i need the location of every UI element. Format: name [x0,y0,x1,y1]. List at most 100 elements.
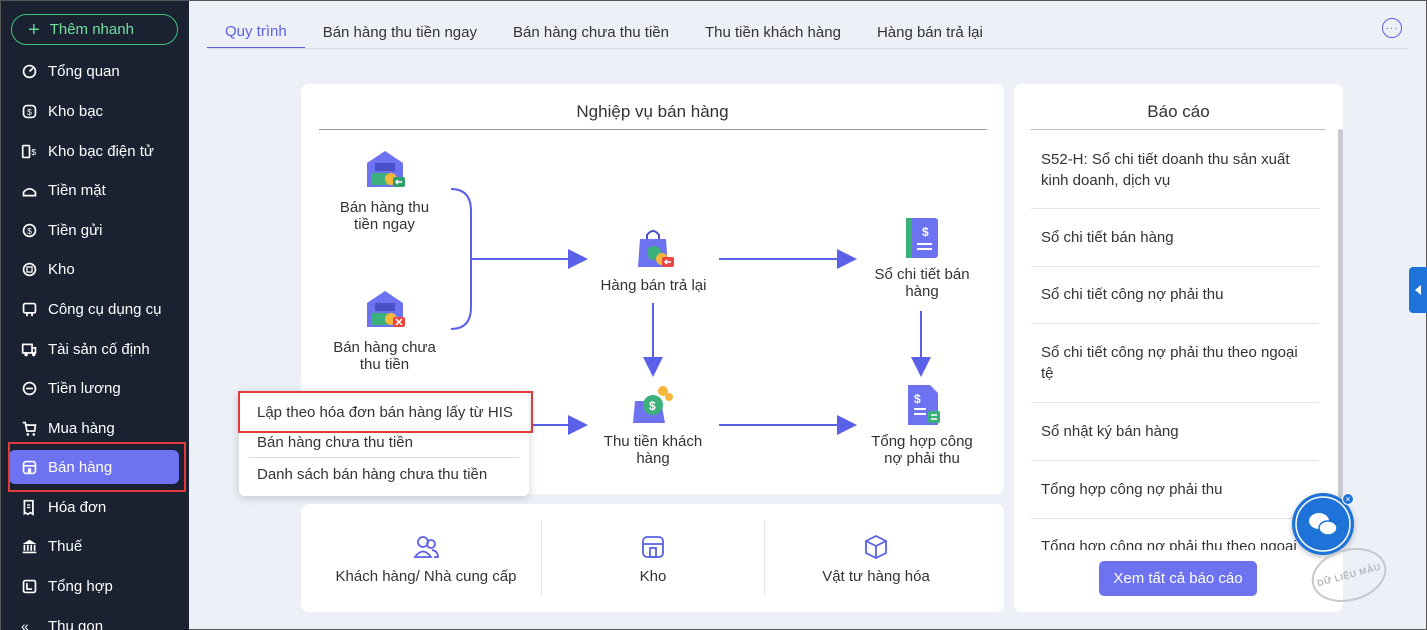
tab-quy-trinh[interactable]: Quy trình [207,15,305,49]
bottom-item-warehouse-label: Kho [639,568,667,585]
bank-icon [22,539,37,553]
top-tab-bar: Quy trình Bán hàng thu tiền ngay Bán hàn… [189,1,1426,63]
side-panel-toggle[interactable] [1409,267,1427,313]
report-item[interactable]: Sổ nhật ký bán hàng [1031,421,1319,442]
svg-text:$: $ [649,399,656,413]
sidebar-item-label: Tổng hợp [48,577,113,595]
node-debt-summary[interactable]: $ Tổng hợp công nợ phải thu [863,383,981,467]
node-returns-label: Hàng bán trả lại [600,277,707,294]
sidebar-item-label: Tiền gửi [48,221,103,239]
cart-icon [22,421,37,436]
cash-icon [22,187,37,196]
sidebar-item-label: Tài sản cố định [48,340,150,358]
debt-summary-icon: $ [900,383,944,427]
dropdown-highlight-box [238,391,533,433]
sidebar-item-tong-hop[interactable]: Tổng hợp [9,569,179,603]
svg-text:$: $ [922,225,929,239]
chat-button[interactable]: × [1292,493,1354,555]
view-all-reports-button[interactable]: Xem tất cả báo cáo [1099,561,1257,596]
sidebar-item-hoa-don[interactable]: Hóa đơn [9,490,179,524]
report-item[interactable]: Sổ chi tiết bán hàng [1031,227,1319,248]
sidebar-item-tien-luong[interactable]: Tiền lương [9,371,179,405]
svg-text:$: $ [914,392,921,406]
close-icon[interactable]: × [1342,493,1354,505]
sidebar-item-mua-hang[interactable]: Mua hàng [9,411,179,445]
sidebar-item-label: Mua hàng [48,419,115,437]
node-cash-sale[interactable]: Bán hàng thu tiền ngay [327,149,442,233]
report-divider [1031,323,1319,324]
sidebar-item-cong-cu[interactable]: Công cụ dụng cụ [9,292,179,326]
report-item[interactable]: Tổng hợp công nợ phải thu [1031,479,1319,500]
box-icon [865,534,887,560]
sidebar-item-kho-bac-dien-tu[interactable]: $ Kho bạc điện tử [9,134,179,168]
collapse-icon: « [21,618,29,630]
sidebar-item-label: Tổng quan [48,62,120,80]
sidebar-item-label: Tiền mặt [48,181,106,199]
users-icon [413,536,439,558]
sidebar-item-label: Tiền lương [48,379,121,397]
tab-list: Quy trình Bán hàng thu tiền ngay Bán hàn… [207,15,1001,49]
cash-sale-icon [363,149,407,193]
dropdown-divider [249,457,519,458]
reports-scrollbar[interactable] [1338,129,1343,549]
node-collect[interactable]: $ Thu tiền khách hàng [593,383,713,467]
sidebar-item-kho-bac[interactable]: $ Kho bạc [9,94,179,128]
sidebar-item-kho[interactable]: Kho [9,252,179,286]
more-options-icon[interactable]: ··· [1382,18,1402,38]
node-debt-summary-label: Tổng hợp công nợ phải thu [871,433,973,467]
sidebar-item-label: Hóa đơn [48,498,107,516]
node-cash-sale-label: Bán hàng thu tiền ngay [339,199,430,233]
node-ledger[interactable]: $ Sổ chi tiết bán hàng [863,216,981,300]
report-divider [1031,460,1319,461]
plus-icon: + [28,18,40,41]
caret-left-icon [1415,285,1421,295]
sidebar-item-label: Công cụ dụng cụ [48,300,162,318]
sidebar-item-tai-san[interactable]: Tài sản cố định [9,332,179,366]
dropdown-item-credit-sale-list[interactable]: Danh sách bán hàng chưa thu tiền [257,466,487,483]
sidebar-highlight-box [8,442,186,492]
node-credit-sale-label: Bán hàng chưa thu tiền [333,339,436,373]
svg-text:$: $ [31,146,36,156]
bottom-item-warehouse[interactable]: Kho [542,534,764,585]
reports-list: S52-H: Sổ chi tiết doanh thu sản xuất ki… [1014,130,1338,550]
sidebar-item-label: Kho bạc điện tử [48,142,154,160]
report-divider [1031,266,1319,267]
sidebar-item-tien-mat[interactable]: Tiền mặt [9,173,179,207]
collapse-button[interactable]: « Thu gọn [9,611,179,630]
bottom-item-customers[interactable]: Khách hàng/ Nhà cung cấp [311,534,541,585]
sidebar: + Thêm nhanh Tổng quan $ Kho bạc $ Kho b… [1,1,189,630]
e-treasury-icon: $ [21,144,36,158]
report-divider [1031,208,1319,209]
sidebar-item-thue[interactable]: Thuế [9,529,179,563]
tab-ban-hang-thu-tien-ngay[interactable]: Bán hàng thu tiền ngay [305,15,495,49]
report-divider [1031,518,1319,519]
report-item[interactable]: Tổng hợp công nợ phải thu theo ngoại [1031,536,1319,550]
report-item[interactable]: S52-H: Sổ chi tiết doanh thu sản xuất ki… [1031,149,1319,191]
sidebar-item-label: Thuế [48,537,83,555]
warehouse-icon [22,262,37,276]
bottom-item-customers-label: Khách hàng/ Nhà cung cấp [335,568,517,585]
process-title-divider [319,129,987,130]
tab-ban-hang-chua-thu-tien[interactable]: Bán hàng chưa thu tiền [495,15,687,49]
truck-icon [21,343,37,356]
returns-icon [632,227,676,271]
sidebar-item-label: Kho bạc [48,102,104,120]
ledger-book-icon: $ [900,216,944,260]
node-returns[interactable]: Hàng bán trả lại [591,227,716,294]
reports-title: Báo cáo [1147,102,1210,121]
report-item[interactable]: Sổ chi tiết công nợ phải thu theo ngoại … [1031,342,1319,384]
sidebar-item-tong-quan[interactable]: Tổng quan [9,54,179,88]
sidebar-item-tien-gui[interactable]: $ Tiền gửi [9,213,179,247]
tab-hang-ban-tra-lai[interactable]: Hàng bán trả lại [859,15,1001,49]
dropdown-item-credit-sale[interactable]: Bán hàng chưa thu tiền [257,434,413,451]
store-icon [642,536,664,558]
treasury-icon: $ [22,104,37,118]
quick-add-button[interactable]: + Thêm nhanh [11,14,178,45]
report-item[interactable]: Sổ chi tiết công nợ phải thu [1031,284,1319,305]
node-ledger-label: Sổ chi tiết bán hàng [874,266,970,300]
bottom-item-materials[interactable]: Vật tư hàng hóa [765,534,987,585]
tab-thu-tien-khach-hang[interactable]: Thu tiền khách hàng [687,15,859,49]
node-collect-label: Thu tiền khách hàng [603,433,703,467]
process-title: Nghiệp vụ bán hàng [576,102,729,121]
node-credit-sale[interactable]: Bán hàng chưa thu tiền [327,289,442,373]
